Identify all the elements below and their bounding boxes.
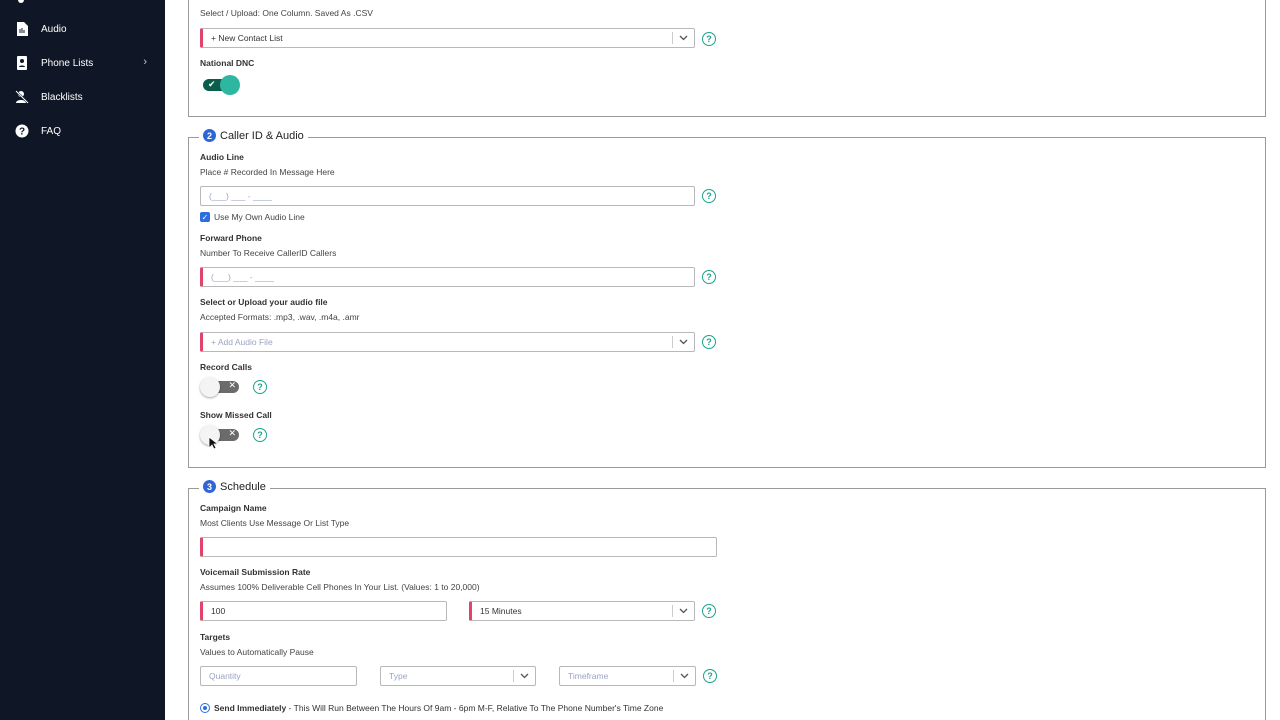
help-icon[interactable]: ?	[253, 428, 267, 442]
chevron-down-icon	[672, 605, 694, 617]
use-own-line-label: Use My Own Audio Line	[214, 212, 305, 222]
audio-line-sub: Place # Recorded In Message Here	[200, 167, 335, 177]
send-immediately-option: Send Immediately - This Will Run Between…	[214, 703, 663, 713]
send-immediately-desc: - This Will Run Between The Hours Of 9am…	[286, 703, 664, 713]
use-own-line-checkbox[interactable]: ✓	[200, 212, 210, 222]
national-dnc-toggle[interactable]: ✔	[200, 75, 240, 95]
close-icon: ✕	[228, 380, 236, 390]
send-immediately-label: Send Immediately	[214, 703, 287, 713]
quantity-input[interactable]: Quantity	[200, 666, 357, 686]
section-header: 2 Caller ID & Audio	[199, 129, 308, 142]
rate-value: 100	[211, 606, 226, 616]
section-schedule: 3 Schedule Campaign Name Most Clients Us…	[188, 480, 1266, 720]
campaign-name-input[interactable]	[200, 537, 717, 557]
show-missed-toggle[interactable]: ✕	[200, 425, 240, 445]
svg-text:?: ?	[19, 127, 25, 138]
main-content: Select / Upload: One Column. Saved As .C…	[165, 0, 1280, 720]
audio-line-input[interactable]: (___) ___ - ____	[200, 186, 695, 206]
section-contacts: Select / Upload: One Column. Saved As .C…	[188, 0, 1266, 117]
type-select[interactable]: Type	[380, 666, 536, 686]
help-icon[interactable]: ?	[702, 270, 716, 284]
rate-label: Voicemail Submission Rate	[200, 567, 311, 577]
close-icon: ✕	[228, 428, 236, 438]
record-calls-toggle[interactable]: ✕	[200, 377, 240, 397]
partial-icon	[18, 0, 24, 3]
timeframe-select[interactable]: Timeframe	[559, 666, 696, 686]
help-icon[interactable]: ?	[702, 189, 716, 203]
forward-phone-sub: Number To Receive CallerID Callers	[200, 248, 337, 258]
sidebar-item-label: FAQ	[41, 125, 62, 137]
step-badge: 2	[203, 129, 216, 142]
forward-phone-input[interactable]: (___) ___ - ____	[200, 267, 695, 287]
contact-list-value: + New Contact List	[211, 33, 283, 43]
chevron-down-icon	[673, 670, 695, 682]
section-header: 3 Schedule	[199, 480, 270, 493]
toggle-knob	[220, 75, 240, 95]
contact-list-select[interactable]: + New Contact List	[200, 28, 695, 48]
type-placeholder: Type	[389, 671, 408, 681]
audio-file-sub: Accepted Formats: .mp3, .wav, .m4a, .amr	[200, 312, 360, 322]
timeframe-placeholder: Timeframe	[568, 671, 609, 681]
rate-sub: Assumes 100% Deliverable Cell Phones In …	[200, 582, 480, 592]
chevron-down-icon	[672, 336, 694, 348]
rate-interval-value: 15 Minutes	[480, 606, 522, 616]
audio-line-label: Audio Line	[200, 152, 244, 162]
chevron-right-icon: ›	[143, 56, 147, 68]
national-dnc-label: National DNC	[200, 58, 255, 68]
targets-label: Targets	[200, 632, 231, 642]
chevron-down-icon	[513, 670, 535, 682]
help-icon[interactable]: ?	[702, 335, 716, 349]
step-badge: 3	[203, 480, 216, 493]
audio-file-label: Select or Upload your audio file	[200, 297, 328, 307]
audio-line-placeholder: (___) ___ - ____	[209, 191, 272, 201]
rate-interval-select[interactable]: 15 Minutes	[469, 601, 695, 621]
sidebar-item-label: Blacklists	[41, 91, 83, 103]
audio-file-select[interactable]: + Add Audio File	[200, 332, 695, 352]
send-immediately-radio[interactable]	[200, 703, 210, 713]
section-caller-id-audio: 2 Caller ID & Audio Audio Line Place # R…	[188, 129, 1266, 468]
chevron-down-icon	[672, 32, 694, 44]
phone-list-icon	[14, 55, 30, 71]
help-icon[interactable]: ?	[702, 32, 716, 46]
help-icon[interactable]: ?	[253, 380, 267, 394]
check-icon: ✔	[208, 79, 216, 89]
sidebar-item-blacklists[interactable]: Blacklists	[14, 87, 155, 107]
quantity-placeholder: Quantity	[209, 671, 241, 681]
sidebar-item-label: Phone Lists	[41, 57, 94, 69]
help-icon[interactable]: ?	[702, 604, 716, 618]
blacklist-icon	[14, 89, 30, 105]
audio-file-icon	[14, 21, 30, 37]
targets-sub: Values to Automatically Pause	[200, 647, 314, 657]
show-missed-label: Show Missed Call	[200, 410, 272, 420]
help-icon[interactable]: ?	[703, 669, 717, 683]
campaign-name-sub: Most Clients Use Message Or List Type	[200, 518, 350, 528]
sidebar-item-phone-lists[interactable]: Phone Lists ›	[14, 53, 155, 73]
toggle-knob	[200, 377, 220, 397]
campaign-name-label: Campaign Name	[200, 503, 267, 513]
sidebar-item-label: Audio	[41, 23, 67, 35]
forward-phone-label: Forward Phone	[200, 233, 262, 243]
help-circle-icon: ?	[14, 123, 30, 139]
section-title: Caller ID & Audio	[220, 129, 304, 142]
upload-subtitle: Select / Upload: One Column. Saved As .C…	[200, 8, 373, 18]
record-calls-label: Record Calls	[200, 362, 252, 372]
forward-phone-placeholder: (___) ___ - ____	[211, 272, 274, 282]
section-title: Schedule	[220, 480, 266, 493]
sidebar-item-audio[interactable]: Audio	[14, 19, 155, 39]
sidebar: Audio Phone Lists › Blacklists ? FAQ	[0, 0, 165, 720]
rate-input[interactable]: 100	[200, 601, 447, 621]
sidebar-item-faq[interactable]: ? FAQ	[14, 121, 155, 141]
audio-file-placeholder: + Add Audio File	[211, 337, 273, 347]
